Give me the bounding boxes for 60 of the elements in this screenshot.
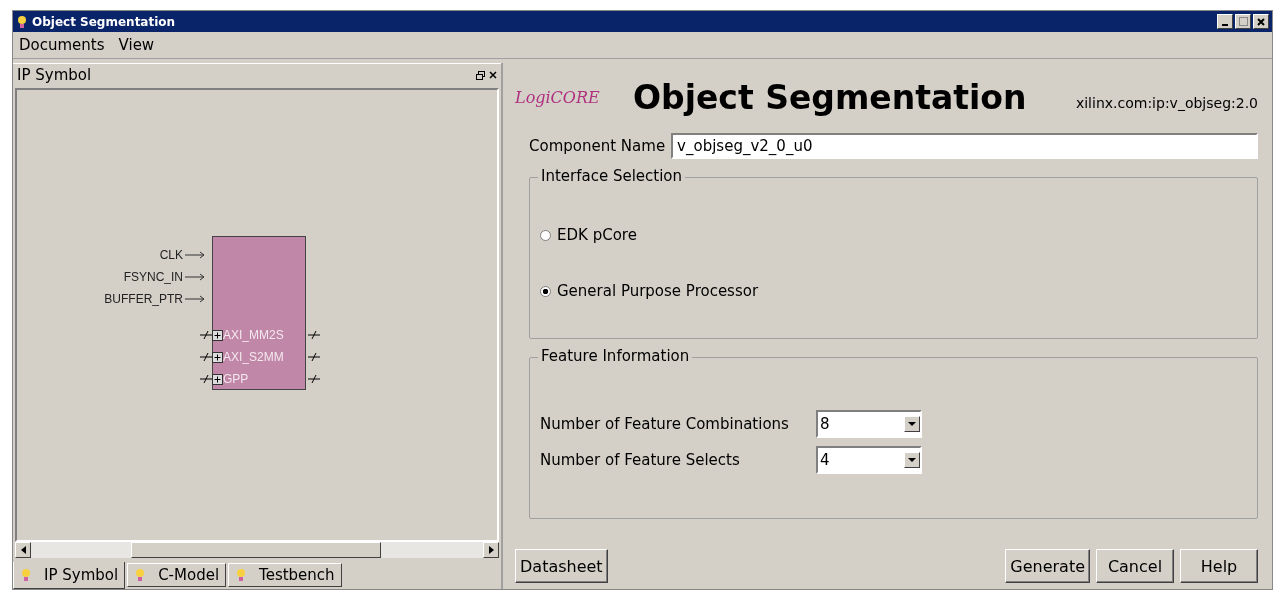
arrow-icon (185, 273, 205, 281)
tab[interactable]: IP Symbol (13, 562, 126, 589)
field-label: Component Name (529, 137, 666, 155)
dropdown[interactable]: 4 (816, 446, 922, 474)
port-label: CLK (159, 248, 183, 262)
bus-icon (308, 352, 320, 362)
bus-label: AXI_S2MM (223, 350, 285, 364)
maximize-icon (1238, 17, 1248, 26)
maximize-button[interactable] (1235, 14, 1251, 29)
ip-identifier: xilinx.com:ip:v_objseg:2.0 (1075, 95, 1258, 111)
menu-item[interactable]: View (118, 36, 155, 54)
horizontal-scrollbar[interactable] (15, 542, 499, 558)
lightbulb-icon (20, 567, 32, 583)
bus-icon (308, 330, 320, 340)
minimize-icon (1222, 23, 1228, 26)
dropdown[interactable]: 8 (816, 410, 922, 438)
bus-icon (308, 374, 320, 384)
lightbulb-icon (134, 567, 147, 583)
minimize-button[interactable] (1217, 14, 1233, 29)
port-label: FSYNC_IN (123, 270, 183, 284)
port-label: BUFFER_PTR (104, 292, 183, 306)
dialog-button[interactable]: Help (1180, 549, 1258, 583)
logo: LogiCORE (515, 87, 601, 107)
lightbulb-icon (235, 567, 248, 583)
close-icon[interactable] (489, 71, 497, 79)
bus-icon (200, 330, 212, 340)
bus-label: AXI_MM2S (223, 328, 285, 342)
tab[interactable]: C-Model (127, 563, 227, 587)
dropdown-caret-icon[interactable] (904, 416, 920, 432)
radio-label[interactable]: EDK pCore (557, 226, 637, 244)
window-title: Object Segmentation (32, 14, 176, 29)
panel-title: IP Symbol (17, 66, 92, 84)
close-button[interactable] (1253, 14, 1269, 29)
expand-icon (212, 373, 223, 385)
dropdown-caret-icon[interactable] (904, 452, 920, 468)
scroll-right-icon[interactable] (483, 542, 499, 558)
bus-label: GPP (223, 372, 250, 386)
radio-label[interactable]: General Purpose Processor (557, 282, 759, 300)
bus-icon (200, 374, 212, 384)
expand-icon (212, 351, 223, 363)
lightbulb-icon (16, 13, 28, 30)
tab[interactable]: Testbench (228, 563, 342, 587)
bus-icon (200, 352, 212, 362)
restore-icon[interactable] (476, 70, 485, 80)
dialog-button[interactable]: Generate (1005, 549, 1090, 583)
page-title: Object Segmentation (633, 77, 1027, 117)
component-name-field[interactable]: v_objseg_v2_0_u0 (671, 133, 1258, 159)
close-icon (1257, 17, 1265, 26)
scrollbar-thumb[interactable] (131, 542, 381, 558)
arrow-icon (185, 295, 205, 303)
field-label: Number of Feature Combinations (540, 415, 790, 433)
arrow-icon (185, 251, 205, 259)
radio-button[interactable] (540, 285, 551, 297)
expand-icon (212, 329, 223, 341)
field-label: Number of Feature Selects (540, 451, 741, 469)
radio-button[interactable] (540, 229, 551, 241)
scroll-left-icon[interactable] (15, 542, 31, 558)
menu-item[interactable]: Documents (19, 36, 105, 54)
dialog-button[interactable]: Cancel (1096, 549, 1174, 583)
datasheet-button[interactable]: Datasheet (515, 549, 608, 583)
